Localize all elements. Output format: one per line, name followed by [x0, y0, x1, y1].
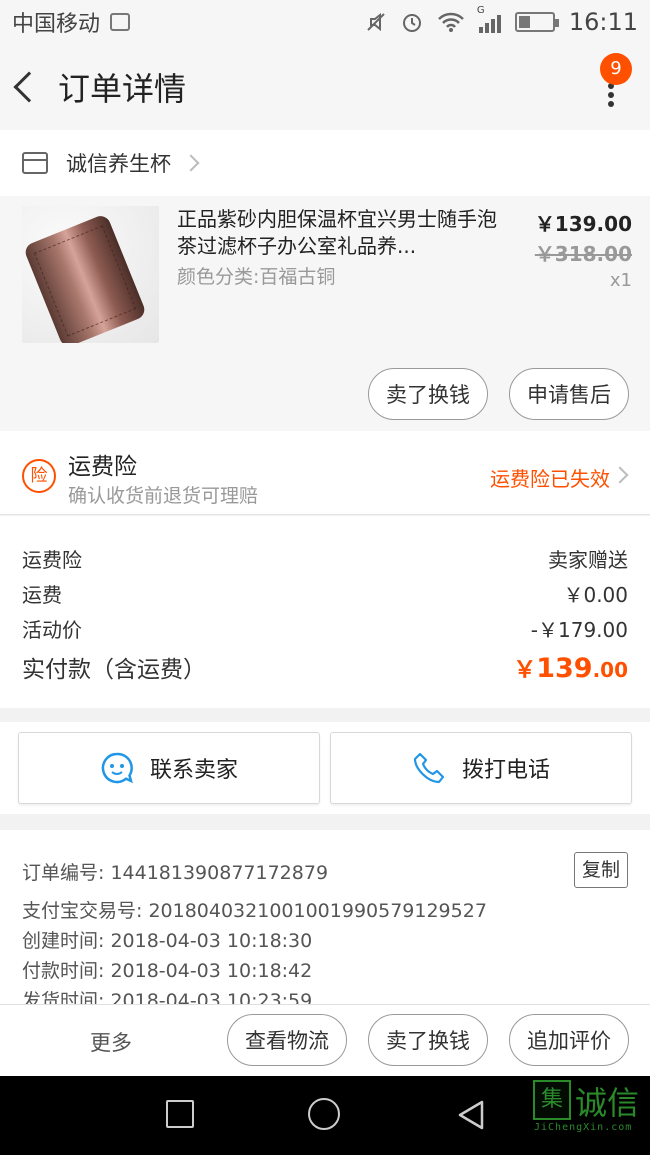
- price-row-label: 运费: [22, 583, 62, 607]
- back-triangle-icon[interactable]: [454, 1098, 488, 1132]
- chat-icon: [101, 752, 133, 784]
- alarm-icon: [402, 14, 421, 32]
- add-review-button[interactable]: 追加评价: [509, 1014, 629, 1066]
- price-row-value: 卖家赠送: [548, 548, 628, 572]
- notification-badge: 9: [600, 53, 632, 85]
- shipping-insurance-row[interactable]: 险 运费险 确认收货前退货可理赔 运费险已失效: [0, 431, 650, 515]
- contact-section: 联系卖家 拨打电话: [0, 722, 650, 814]
- after-sale-button[interactable]: 申请售后: [509, 368, 629, 420]
- price-row-value: ￥0.00: [563, 583, 628, 607]
- insurance-status: 运费险已失效: [490, 467, 610, 491]
- contact-seller-button[interactable]: 联系卖家: [18, 732, 320, 804]
- product-sku: 颜色分类:百福古铜: [177, 266, 336, 288]
- store-name: 诚信养生杯: [66, 152, 171, 176]
- more-button[interactable]: 更多: [90, 1027, 132, 1057]
- contact-seller-label: 联系卖家: [149, 758, 238, 783]
- phone-icon: [413, 752, 445, 784]
- wifi-icon: [437, 12, 464, 32]
- product-original-price: ￥318.00: [534, 242, 632, 266]
- call-phone-button[interactable]: 拨打电话: [330, 732, 632, 804]
- price-row-value: -￥179.00: [530, 618, 628, 642]
- currency-symbol: ￥: [513, 657, 537, 683]
- watermark-url: JiChengXin.com: [534, 1122, 633, 1133]
- insurance-icon: 险: [22, 459, 56, 493]
- price-row-label: 运费险: [22, 548, 82, 572]
- price-row: 活动价 -￥179.00: [22, 614, 628, 643]
- total-row: 实付款（含运费） ￥139.00: [22, 650, 628, 684]
- total-label: 实付款（含运费）: [22, 657, 206, 683]
- clock-label: 16:11: [568, 8, 638, 36]
- total-amount: ￥139.00: [513, 650, 628, 684]
- copy-button[interactable]: 复制: [574, 852, 628, 888]
- app-header: 订单详情: [0, 44, 650, 130]
- order-info: 订单编号: 144181390877172879 复制 支付宝交易号: 2018…: [0, 830, 650, 1004]
- store-row[interactable]: 诚信养生杯: [0, 130, 650, 196]
- product-image[interactable]: [22, 206, 159, 343]
- watermark-logo: 集: [533, 1080, 571, 1120]
- order-number: 订单编号: 144181390877172879: [22, 862, 329, 884]
- product-title: 正品紫砂内胆保温杯宜兴男士随手泡茶过滤杯子办公室礼品养...: [177, 207, 497, 258]
- price-summary: 运费险 卖家赠送 运费 ￥0.00 活动价 -￥179.00 实付款（含运费） …: [0, 516, 650, 708]
- recents-icon[interactable]: [166, 1100, 194, 1128]
- alipay-number: 支付宝交易号: 2018040321001001990579129527: [22, 900, 487, 922]
- price-row: 运费 ￥0.00: [22, 579, 628, 608]
- bottom-action-bar: 更多 查看物流 卖了换钱 追加评价: [0, 1004, 650, 1076]
- resell-button[interactable]: 卖了换钱: [368, 368, 488, 420]
- battery-icon: [514, 12, 559, 32]
- home-icon[interactable]: [308, 1098, 340, 1130]
- shop-icon: [22, 152, 48, 174]
- created-time: 创建时间: 2018-04-03 10:18:30: [22, 930, 313, 952]
- total-decimal: .00: [592, 658, 628, 682]
- product-price: ￥139.00: [534, 212, 632, 236]
- resell-button[interactable]: 卖了换钱: [368, 1014, 488, 1066]
- product-card[interactable]: 正品紫砂内胆保温杯宜兴男士随手泡茶过滤杯子办公室礼品养... 颜色分类:百福古铜…: [0, 196, 650, 431]
- back-arrow-icon[interactable]: [13, 71, 45, 103]
- insurance-subtitle: 确认收货前退货可理赔: [68, 485, 259, 507]
- network-type-label: G: [476, 5, 485, 16]
- chevron-right-icon: [611, 466, 629, 484]
- image-notification-icon: [110, 13, 131, 31]
- paid-time: 付款时间: 2018-04-03 10:18:42: [22, 960, 313, 982]
- shipped-time: 发货时间: 2018-04-03 10:23:59: [22, 990, 313, 1004]
- total-integer: 139: [536, 653, 593, 684]
- status-bar: 中国移动 G 16:11: [0, 0, 650, 44]
- view-logistics-button[interactable]: 查看物流: [227, 1014, 347, 1066]
- carrier-label: 中国移动: [12, 12, 101, 37]
- mute-icon: [367, 12, 385, 32]
- call-phone-label: 拨打电话: [461, 758, 550, 783]
- product-quantity: x1: [609, 270, 632, 291]
- insurance-title: 运费险: [68, 454, 137, 480]
- price-row: 运费险 卖家赠送: [22, 544, 628, 573]
- page-title: 订单详情: [58, 70, 187, 108]
- watermark-text: 诚信: [575, 1084, 640, 1122]
- price-row-label: 活动价: [22, 618, 82, 642]
- signal-icon: G: [477, 5, 501, 33]
- chevron-right-icon: [182, 154, 200, 172]
